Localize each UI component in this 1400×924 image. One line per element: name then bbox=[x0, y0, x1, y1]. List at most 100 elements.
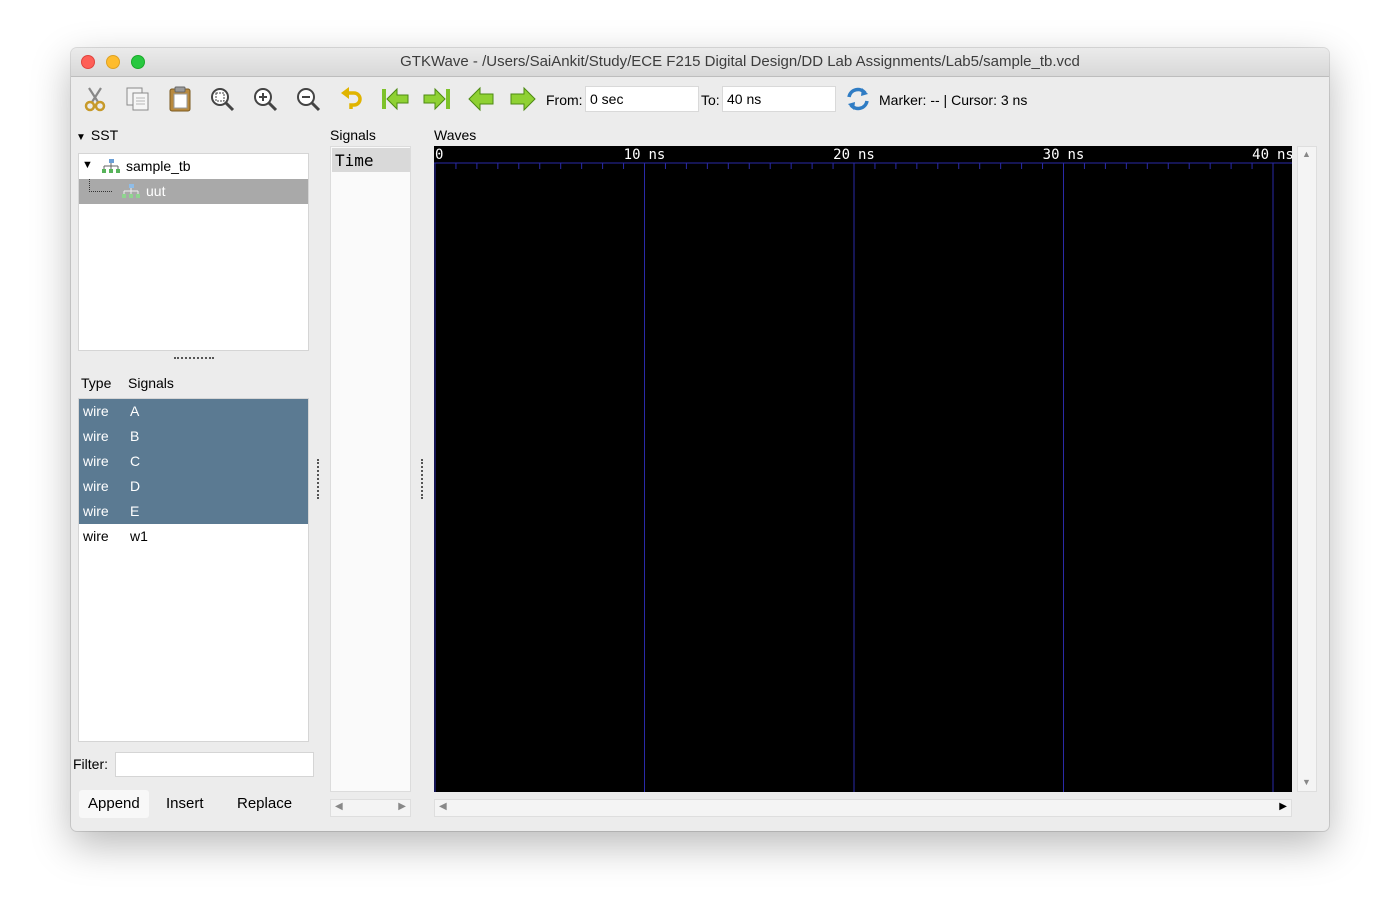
replace-button[interactable]: Replace bbox=[228, 790, 301, 818]
signal-name: E bbox=[130, 503, 140, 519]
to-input[interactable] bbox=[722, 86, 836, 112]
zoom-fit-button[interactable] bbox=[205, 82, 239, 116]
minimize-window-button[interactable] bbox=[106, 55, 120, 69]
signal-row[interactable]: wire A bbox=[79, 399, 308, 424]
module-hierarchy-icon bbox=[102, 159, 120, 173]
to-label: To: bbox=[701, 92, 720, 108]
zoom-in-icon bbox=[254, 88, 278, 112]
paste-button[interactable] bbox=[163, 82, 197, 116]
signal-name: w1 bbox=[130, 528, 148, 544]
time-tick-unit: ns bbox=[1277, 147, 1292, 163]
time-tick-label: 40 bbox=[1252, 147, 1269, 163]
time-tick-label: 0 bbox=[435, 147, 443, 163]
scroll-thumb[interactable] bbox=[453, 802, 1249, 814]
copy-button[interactable] bbox=[121, 82, 155, 116]
go-end-icon bbox=[423, 87, 450, 111]
signal-name: D bbox=[130, 478, 141, 494]
signal-type: wire bbox=[83, 503, 109, 519]
collapse-triangle-icon: ▼ bbox=[76, 132, 86, 143]
close-window-button[interactable] bbox=[81, 55, 95, 69]
time-tick-label: 30 bbox=[1043, 147, 1060, 163]
tree-node-uut[interactable]: uut bbox=[79, 179, 308, 204]
time-tick-unit: ns bbox=[649, 147, 666, 163]
zoom-fit-icon bbox=[211, 88, 235, 112]
gtkwave-window: GTKWave - /Users/SaiAnkit/Study/ECE F215… bbox=[71, 48, 1329, 831]
scroll-up-arrow-icon: ▲ bbox=[1302, 149, 1311, 159]
signal-row[interactable]: wire w1 bbox=[79, 524, 308, 549]
filter-label: Filter: bbox=[73, 756, 108, 772]
tree-node-label: sample_tb bbox=[126, 158, 191, 174]
append-button[interactable]: Append bbox=[79, 790, 149, 818]
signal-row[interactable]: wire B bbox=[79, 424, 308, 449]
signals-pane-resize-handle[interactable] bbox=[421, 459, 426, 499]
waves-horizontal-scrollbar[interactable]: ◀ ▶ bbox=[434, 799, 1292, 817]
scroll-left-arrow-icon: ◀ bbox=[335, 801, 343, 812]
tree-node-label: uut bbox=[146, 183, 166, 199]
toolbar: From: To: Marker: -- | Cursor: 3 ns bbox=[71, 78, 1329, 122]
insert-button[interactable]: Insert bbox=[157, 790, 213, 818]
copy-icon bbox=[126, 87, 149, 111]
zoom-in-button[interactable] bbox=[248, 82, 282, 116]
time-tick-label: 10 bbox=[624, 147, 641, 163]
title-bar: GTKWave - /Users/SaiAnkit/Study/ECE F215… bbox=[71, 48, 1329, 77]
filter-input[interactable] bbox=[115, 752, 314, 777]
reload-button[interactable] bbox=[841, 82, 875, 116]
cut-button[interactable] bbox=[78, 82, 112, 116]
prev-edge-icon bbox=[468, 86, 494, 112]
paste-icon bbox=[169, 86, 191, 112]
left-pane-resize-handle[interactable] bbox=[317, 459, 322, 499]
next-edge-button[interactable] bbox=[506, 82, 540, 116]
signals-column-header[interactable]: Signals bbox=[128, 375, 174, 391]
from-label: From: bbox=[546, 92, 583, 108]
signal-name: C bbox=[130, 453, 141, 469]
tree-node-sample-tb[interactable]: ▼ sample_tb bbox=[79, 154, 308, 179]
signal-row[interactable]: wire D bbox=[79, 474, 308, 499]
waves-vertical-scrollbar[interactable]: ▲ ▼ bbox=[1297, 146, 1317, 792]
signal-row[interactable]: wire E bbox=[79, 499, 308, 524]
time-tick-unit: ns bbox=[858, 147, 875, 163]
prev-edge-button[interactable] bbox=[464, 82, 498, 116]
type-column-header[interactable]: Type bbox=[81, 375, 111, 391]
signal-type: wire bbox=[83, 428, 109, 444]
go-start-icon bbox=[382, 87, 409, 111]
scroll-left-arrow-icon: ◀ bbox=[439, 801, 447, 812]
next-edge-icon bbox=[510, 86, 536, 112]
signals-pane-title: Signals bbox=[330, 127, 376, 143]
signal-type: wire bbox=[83, 453, 109, 469]
waves-canvas[interactable]: 0 ns 10 ns 20 ns 30 ns 40 bbox=[434, 146, 1294, 792]
undo-zoom-button[interactable] bbox=[335, 82, 369, 116]
signal-list[interactable]: wire A wire B wire C wire D wire E wire … bbox=[78, 398, 309, 742]
cut-icon bbox=[84, 87, 106, 112]
expander-triangle-icon: ▼ bbox=[82, 159, 93, 171]
from-input[interactable] bbox=[585, 86, 699, 112]
signal-row[interactable]: wire C bbox=[79, 449, 308, 474]
scroll-right-arrow-icon: ▶ bbox=[1279, 801, 1287, 812]
reload-icon bbox=[847, 87, 869, 111]
waveform-timeline[interactable]: 0 ns 10 ns 20 ns 30 ns 40 bbox=[434, 146, 1294, 792]
undo-zoom-icon bbox=[341, 87, 362, 109]
signals-horizontal-scrollbar[interactable]: ◀ ▶ bbox=[330, 799, 411, 817]
sst-title: SST bbox=[90, 127, 119, 143]
marker-cursor-status: Marker: -- | Cursor: 3 ns bbox=[879, 92, 1028, 108]
time-signal-label[interactable]: Time bbox=[332, 148, 410, 172]
window-title: GTKWave - /Users/SaiAnkit/Study/ECE F215… bbox=[400, 53, 1080, 70]
pane-resize-handle[interactable] bbox=[174, 357, 214, 363]
zoom-out-icon bbox=[297, 88, 321, 112]
time-tick-label: 20 bbox=[833, 147, 850, 163]
tree-connector bbox=[89, 179, 112, 192]
time-tick-unit: ns bbox=[1068, 147, 1085, 163]
sst-tree[interactable]: ▼ sample_tb uut bbox=[78, 153, 309, 351]
zoom-out-button[interactable] bbox=[291, 82, 325, 116]
go-start-button[interactable] bbox=[378, 82, 412, 116]
waves-pane-title: Waves bbox=[434, 127, 477, 143]
scroll-down-arrow-icon: ▼ bbox=[1302, 777, 1311, 787]
signal-name: B bbox=[130, 428, 140, 444]
signal-type: wire bbox=[83, 478, 109, 494]
sst-header[interactable]: ▼ SST bbox=[76, 127, 118, 143]
scroll-right-arrow-icon: ▶ bbox=[398, 801, 406, 812]
signals-pane[interactable]: Time bbox=[330, 146, 411, 792]
signal-name: A bbox=[130, 403, 140, 419]
maximize-window-button[interactable] bbox=[131, 55, 145, 69]
module-hierarchy-icon bbox=[122, 184, 140, 198]
go-end-button[interactable] bbox=[420, 82, 454, 116]
